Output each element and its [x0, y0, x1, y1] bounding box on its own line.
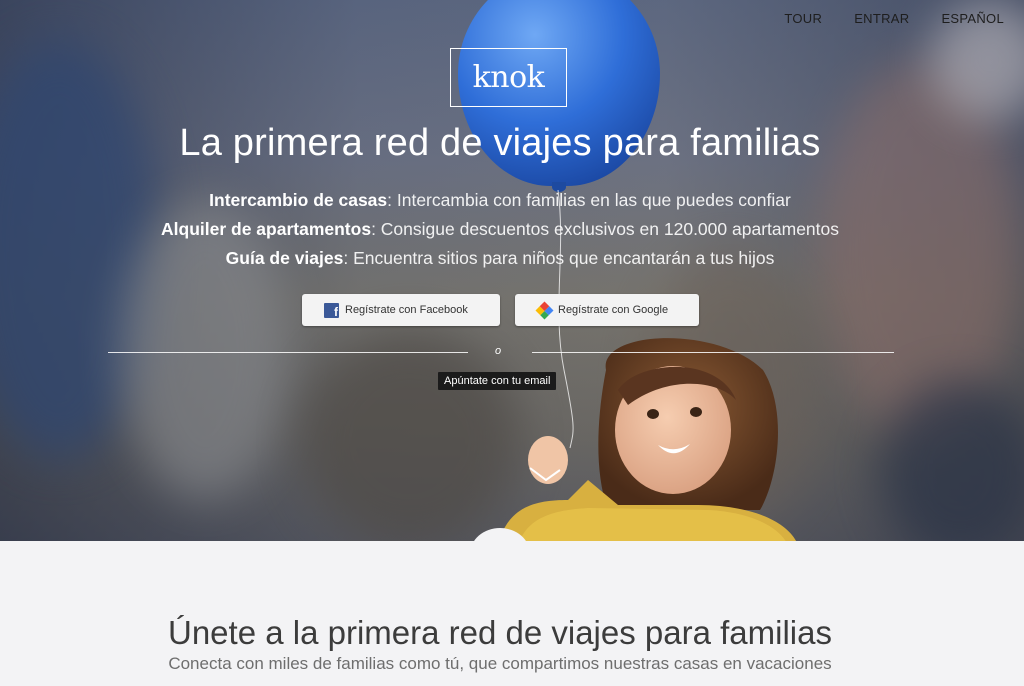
hero-section: TOUR ENTRAR ESPAÑOL knok La primera red … [0, 0, 1024, 541]
facebook-icon: f [324, 302, 339, 318]
nav-login-link[interactable]: ENTRAR [854, 11, 909, 26]
or-separator: o [495, 345, 502, 357]
feature-text: : Intercambia con familias en las que pu… [387, 190, 791, 210]
feature-apartment-rental: Alquiler de apartamentos: Consigue descu… [0, 215, 1000, 244]
join-subtitle: Conecta con miles de familias como tú, q… [168, 654, 832, 673]
feature-travel-guide: Guía de viajes: Encuentra sitios para ni… [0, 244, 1000, 273]
feature-text: : Consigue descuentos exclusivos en 120.… [371, 219, 839, 239]
facebook-signup-button[interactable]: f Regístrate con Facebook [302, 294, 500, 326]
feature-text: : Encuentra sitios para niños que encant… [343, 248, 775, 268]
feature-list: Intercambio de casas: Intercambia con fa… [0, 186, 1000, 273]
divider-line [532, 352, 894, 353]
top-nav: TOUR ENTRAR ESPAÑOL [752, 11, 1004, 26]
divider-line [108, 352, 468, 353]
feature-title: Guía de viajes [225, 248, 344, 268]
girl-photo [499, 338, 796, 541]
brand-logo[interactable]: knok [450, 48, 567, 107]
nav-language-link[interactable]: ESPAÑOL [941, 11, 1004, 26]
google-signup-button[interactable]: Regístrate con Google [515, 294, 699, 326]
feature-title: Alquiler de apartamentos [161, 219, 372, 239]
feature-home-exchange: Intercambio de casas: Intercambia con fa… [0, 186, 1000, 215]
google-icon [535, 300, 554, 320]
background-blur [300, 330, 520, 541]
feature-title: Intercambio de casas [209, 190, 388, 210]
nav-tour-link[interactable]: TOUR [784, 11, 822, 26]
join-title: Únete a la primera red de viajes para fa… [168, 614, 832, 651]
email-signup-link[interactable]: Apúntate con tu email [438, 372, 557, 390]
facebook-signup-label: Regístrate con Facebook [345, 304, 468, 316]
brand-logo-text: knok [472, 60, 545, 95]
hero-headline: La primera red de viajes para familias [179, 122, 821, 164]
google-signup-label: Regístrate con Google [558, 304, 669, 316]
